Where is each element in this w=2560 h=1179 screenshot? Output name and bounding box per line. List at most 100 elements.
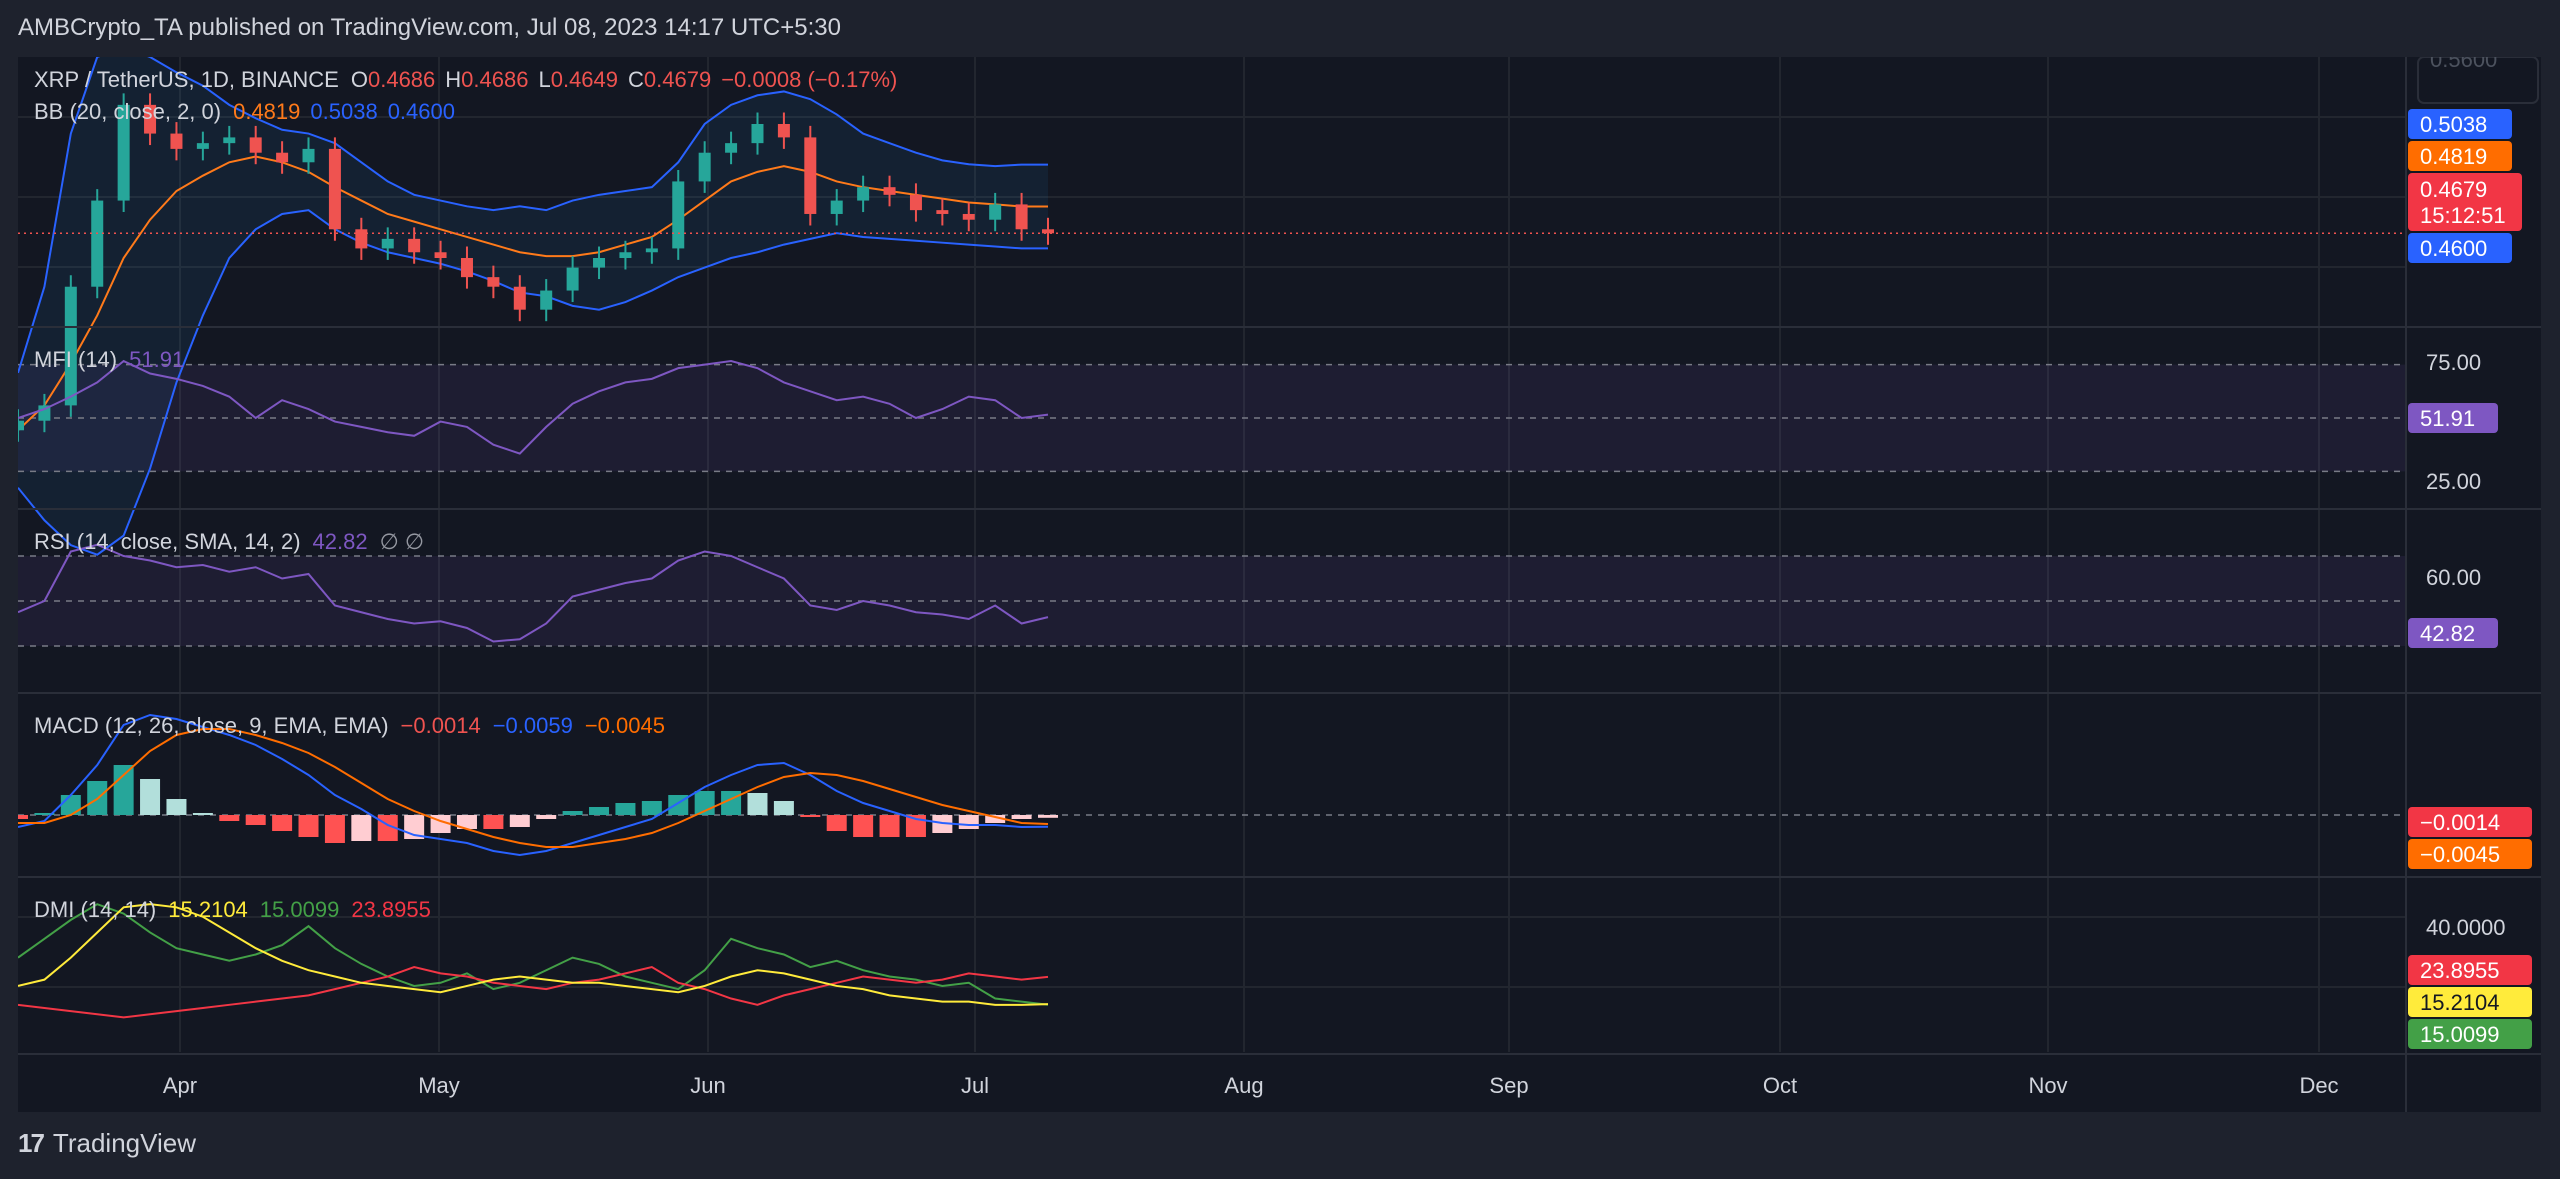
candle-body <box>196 143 209 149</box>
macd-histogram-bar <box>192 813 213 815</box>
candle-body <box>619 252 632 258</box>
macd-histogram-bar <box>562 811 583 815</box>
candle-body <box>936 210 949 214</box>
candle-body <box>302 148 315 163</box>
chart-canvas[interactable]: XRP / TetherUS, 1D, BINANCE O0.4686 H0.468… <box>8 46 2541 1112</box>
tradingview-footer[interactable]: 17 TradingView <box>18 1128 196 1159</box>
candle-body <box>989 204 1002 220</box>
rsi-axis-top: 60.00 <box>2426 565 2481 590</box>
candle-body <box>487 277 500 287</box>
bb-band-fill <box>18 47 1048 555</box>
dmi-axis-top: 40.0000 <box>2426 915 2506 940</box>
chart-frame[interactable]: XRP / TetherUS, 1D, BINANCE O0.4686 H0.468… <box>8 46 2541 1112</box>
candle-body <box>804 137 817 214</box>
macd-histogram-bar <box>589 807 610 815</box>
candle-body <box>434 252 447 258</box>
bb-upper-value: 0.5038 <box>310 99 377 124</box>
countdown-text: 15:12:51 <box>2420 203 2506 228</box>
candle-body <box>962 213 975 220</box>
macd-histogram-bar <box>536 815 557 819</box>
candle-body <box>1042 229 1054 234</box>
bb-lower-tag-text: 0.4600 <box>2420 236 2487 261</box>
macd-histogram-bar <box>1011 815 1032 819</box>
time-label: Aug <box>1224 1073 1263 1098</box>
time-label: Nov <box>2028 1073 2067 1098</box>
candle-body <box>698 152 711 182</box>
candle-body <box>725 143 738 153</box>
dmi-legend: DMI (14, 14) 15.2104 15.0099 23.8955 <box>34 897 431 922</box>
bb-lower-value: 0.4600 <box>388 99 455 124</box>
published-caption: AMBCrypto_TA published on TradingView.co… <box>18 14 841 41</box>
candle-body <box>460 258 473 278</box>
macd-legend: MACD (12, 26, close, 9, EMA, EMA) −0.0014… <box>34 713 665 738</box>
macd-signal-text: −0.0045 <box>2420 842 2500 867</box>
time-label: May <box>418 1073 460 1098</box>
dmi-plus-text: 15.0099 <box>2420 1022 2500 1047</box>
candle-body <box>645 248 658 253</box>
macd-histogram-bar <box>853 815 874 837</box>
candle-body <box>751 124 764 144</box>
macd-histogram-bar <box>245 815 266 825</box>
candle-body <box>249 137 262 153</box>
candle-body <box>857 187 870 201</box>
macd-histogram-bar <box>773 801 794 815</box>
macd-histogram-bar <box>826 815 847 831</box>
svg-text:XRP / TetherUS, 1D, BINANCEO0.: XRP / TetherUS, 1D, BINANCE O0.4686 H0.468… <box>34 67 897 92</box>
bb-basis-tag-text: 0.4819 <box>2420 144 2487 169</box>
candle-body <box>381 238 394 249</box>
price-axis[interactable]: 0.5600 0.5038 0.4819 0.4679 15:12:51 0.4… <box>2408 47 2539 1049</box>
dmi-minus-line <box>17 966 1049 1019</box>
time-label: Oct <box>1763 1073 1797 1098</box>
macd-histogram-bar <box>140 779 161 815</box>
macd-histogram-bar <box>641 801 662 815</box>
macd-histogram-bar <box>272 815 293 831</box>
macd-histogram-bar <box>166 799 187 815</box>
time-label: Jul <box>961 1073 989 1098</box>
macd-histogram-bar <box>113 765 134 815</box>
tradingview-logo-icon: 17 <box>18 1128 45 1158</box>
bb-basis-value: 0.4819 <box>233 99 300 124</box>
candle-body <box>408 238 421 253</box>
macd-histogram-bar <box>879 815 900 837</box>
macd-histogram-bar <box>219 815 240 821</box>
mfi-legend: MFI (14) 51.91 <box>34 347 184 372</box>
candle-body <box>12 420 24 431</box>
macd-histogram-bar <box>8 815 28 819</box>
candle-body <box>328 148 341 230</box>
candle-body <box>1015 204 1028 230</box>
candle-body <box>566 267 579 291</box>
dmi-adx-text: 15.2104 <box>2420 990 2500 1015</box>
bb-upper-tag-text: 0.5038 <box>2420 112 2487 137</box>
candle-body <box>223 137 236 144</box>
candle-body <box>909 194 922 211</box>
symbol-label: XRP / TetherUS, 1D, BINANCE <box>34 67 339 92</box>
svg-text:BB (20, close, 2, 0)0.48190.50: BB (20, close, 2, 0) 0.4819 0.5038 0.4600 <box>34 99 455 124</box>
macd-histogram-bar <box>298 815 319 837</box>
axis-top-cut: 0.5600 <box>2430 57 2497 72</box>
macd-histogram-bar <box>1038 815 1058 818</box>
candle-body <box>593 258 606 268</box>
macd-histogram-bar <box>747 793 768 815</box>
time-axis[interactable]: Apr May Jun Jul Aug Sep Oct Nov Dec <box>163 1073 2339 1098</box>
macd-histogram-bar <box>615 803 636 815</box>
mfi-current-text: 51.91 <box>2420 406 2475 431</box>
macd-histogram-bar <box>60 795 81 815</box>
rsi-current-text: 42.82 <box>2420 621 2475 646</box>
time-label: Jun <box>690 1073 725 1098</box>
candle-body <box>883 187 896 195</box>
time-label: Sep <box>1489 1073 1528 1098</box>
time-label: Dec <box>2299 1073 2338 1098</box>
candle-body <box>91 200 104 287</box>
macd-hist-text: −0.0014 <box>2420 810 2500 835</box>
candle-body <box>777 124 790 138</box>
time-label: Apr <box>163 1073 197 1098</box>
macd-histogram-bar <box>509 815 530 827</box>
rsi-legend: RSI (14, close, SMA, 14, 2) 42.82 ∅ ∅ <box>34 529 424 554</box>
dmi-minus-text: 23.8955 <box>2420 958 2500 983</box>
candle-body <box>276 152 289 163</box>
candle-body <box>830 200 843 214</box>
macd-histogram-bar <box>324 815 345 843</box>
bb-legend-name: BB (20, close, 2, 0) <box>34 99 221 124</box>
last-price-text: 0.4679 <box>2420 177 2487 202</box>
mfi-axis-top: 75.00 <box>2426 350 2481 375</box>
